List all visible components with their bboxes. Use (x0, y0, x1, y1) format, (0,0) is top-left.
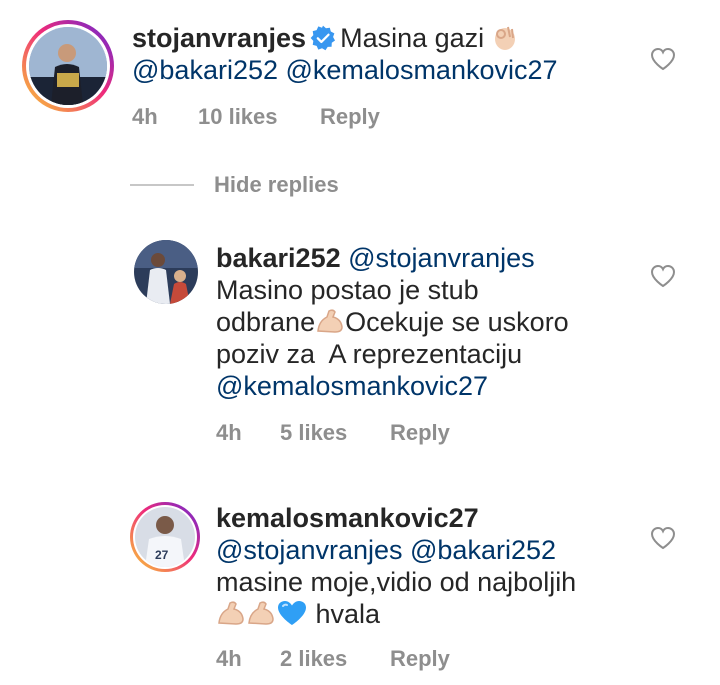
flexed-biceps-emoji-icon (317, 309, 343, 333)
reply-line: poziv za A reprezentaciju (216, 339, 523, 369)
hide-replies-label[interactable]: Hide replies (214, 172, 339, 198)
avatar-image (29, 27, 107, 105)
reply-mention[interactable]: @kemalosmankovic27 (216, 371, 488, 401)
reply-text: kemalosmankovic27 @stojanvranjes @bakari… (216, 502, 636, 630)
ok-hand-emoji-icon (494, 26, 515, 50)
reply-comment: 27 kemalosmankovic27 @stojanvranjes @bak… (0, 492, 720, 682)
comment-mentions[interactable]: @bakari252 @kemalosmankovic27 (132, 55, 558, 85)
reply-line: masine moje,vidio od najboljih (216, 567, 577, 597)
reply-time: 4h (216, 646, 242, 671)
reply-meta: 4h 2 likes Reply (216, 646, 616, 676)
reply-button[interactable]: Reply (320, 104, 380, 130)
reply-button[interactable]: Reply (390, 420, 450, 446)
reply-mention[interactable]: @stojanvranjes (348, 243, 535, 273)
comment-time: 4h (132, 104, 158, 129)
reply-text: bakari252 @stojanvranjes Masino postao j… (216, 242, 636, 402)
avatar-image: 27 (135, 507, 195, 567)
flexed-biceps-emoji-icon (218, 601, 244, 625)
reply-meta: 4h 5 likes Reply (216, 420, 616, 450)
comment-body: Masina gazi (340, 23, 485, 53)
reply-username[interactable]: kemalosmankovic27 (216, 503, 479, 533)
comment-text: stojanvranjes Masina gazi @bakari252 @ke… (132, 22, 652, 86)
verified-badge-icon (310, 25, 336, 51)
svg-text:27: 27 (155, 548, 169, 562)
comment-meta: 4h 10 likes Reply (132, 104, 532, 134)
reply-time: 4h (216, 420, 242, 445)
reply-line: Masino postao je stub (216, 275, 479, 305)
heart-icon[interactable] (650, 526, 676, 550)
hide-replies-divider (130, 184, 194, 186)
blue-heart-emoji-icon (278, 601, 306, 625)
avatar[interactable]: 27 (130, 502, 200, 572)
reply-mentions[interactable]: @stojanvranjes @bakari252 (216, 535, 556, 565)
avatar[interactable] (134, 240, 198, 304)
hide-replies-toggle[interactable]: Hide replies (130, 172, 339, 198)
reply-line: hvala (315, 599, 381, 629)
comment-likes[interactable]: 10 likes (198, 104, 278, 130)
reply-button[interactable]: Reply (390, 646, 450, 672)
avatar-photo (29, 27, 107, 105)
comment-main: stojanvranjes Masina gazi @bakari252 @ke… (0, 0, 720, 150)
reply-username[interactable]: bakari252 (216, 243, 341, 273)
reply-line: odbrane (216, 307, 316, 337)
flexed-biceps-emoji-icon (248, 601, 274, 625)
reply-likes[interactable]: 2 likes (280, 646, 347, 672)
reply-comment: bakari252 @stojanvranjes Masino postao j… (0, 230, 720, 460)
avatar[interactable] (22, 20, 114, 112)
avatar-photo: 27 (135, 507, 195, 567)
reply-line: Ocekuje se uskoro (345, 307, 569, 337)
heart-icon[interactable] (650, 47, 676, 71)
comment-username[interactable]: stojanvranjes (132, 23, 306, 53)
avatar-photo (134, 240, 198, 304)
heart-icon[interactable] (650, 264, 676, 288)
reply-likes[interactable]: 5 likes (280, 420, 347, 446)
